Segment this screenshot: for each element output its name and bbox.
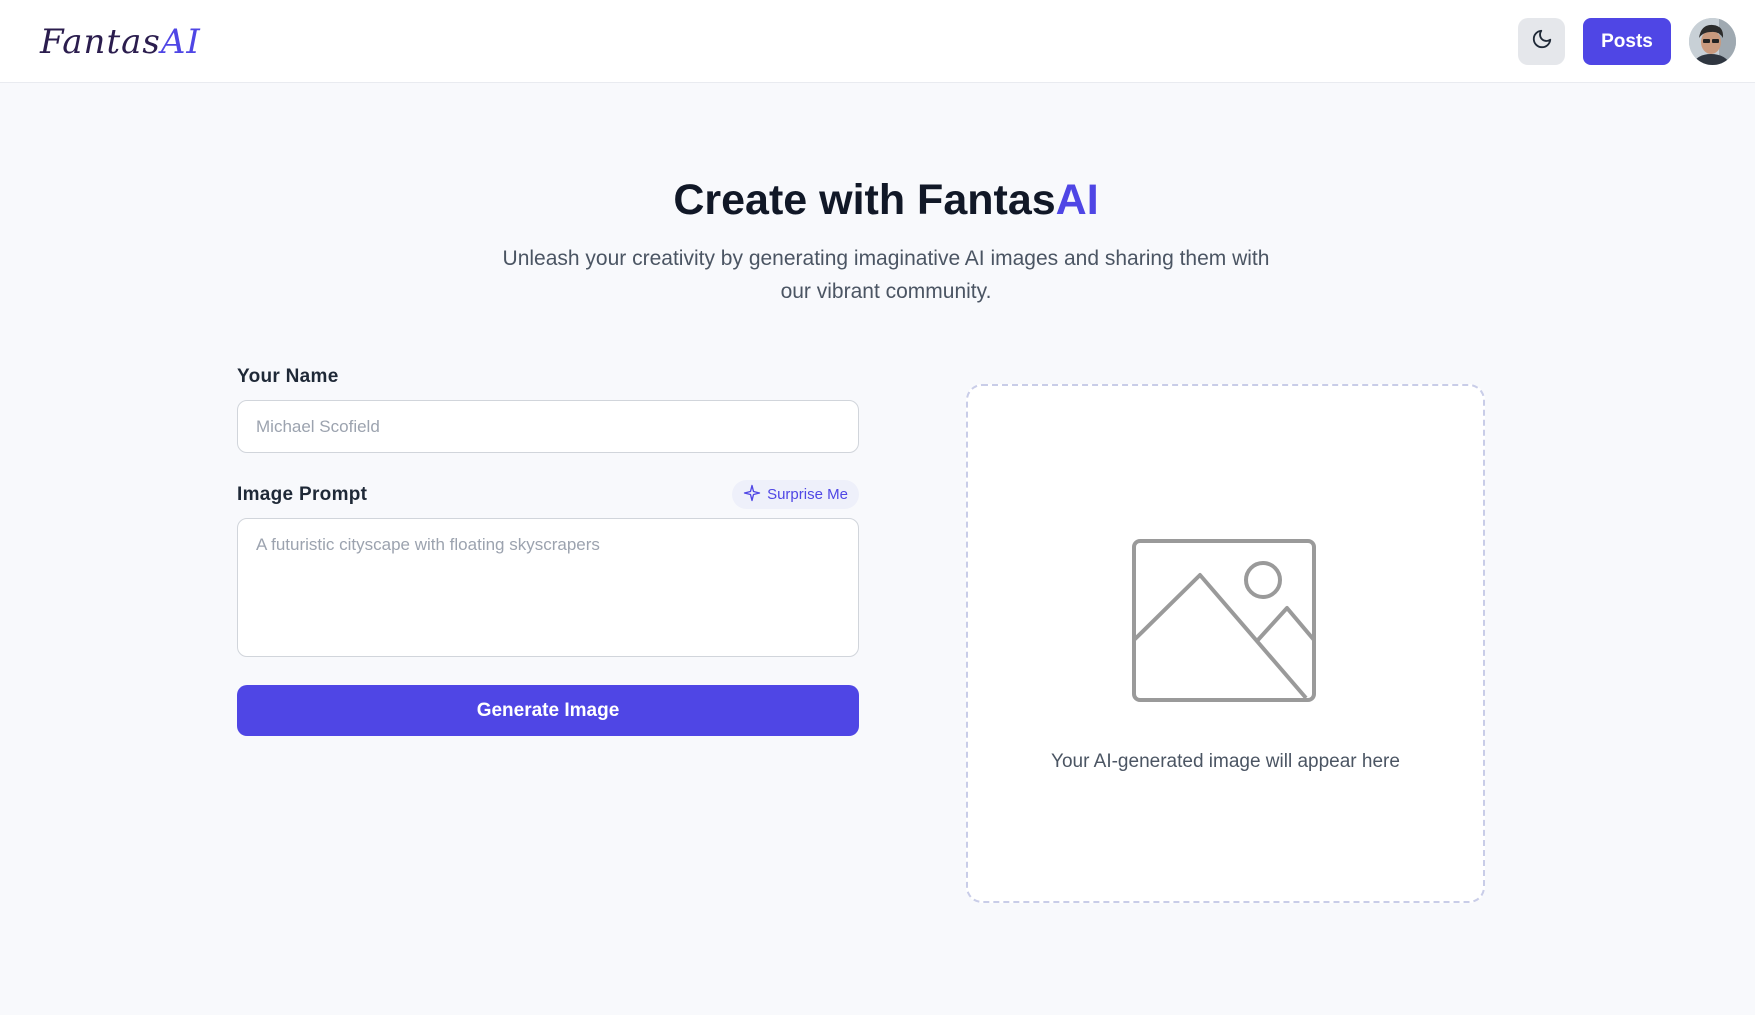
name-label: Your Name [237,366,339,387]
prompt-label: Image Prompt [237,484,368,505]
prompt-textarea[interactable] [237,518,859,657]
sparkle-icon [743,484,761,506]
logo-text-accent: AI [160,22,201,62]
surprise-me-label: Surprise Me [767,486,848,503]
generate-image-button[interactable]: Generate Image [237,685,859,736]
page-title: Create with FantasAI [0,173,1755,227]
top-navbar: FantasAI Posts [0,0,1755,83]
preview-placeholder-text: Your AI-generated image will appear here [1051,751,1400,772]
image-placeholder-icon [1131,538,1317,703]
user-avatar[interactable] [1689,18,1736,65]
page-subtitle: Unleash your creativity by generating im… [502,247,1270,303]
fantasai-logo[interactable]: FantasAI [40,20,201,64]
logo-text-main: Fantas [40,22,161,62]
title-main: Create with Fantas [673,176,1056,224]
moon-icon [1531,28,1553,55]
theme-toggle-button[interactable] [1518,18,1565,65]
surprise-me-button[interactable]: Surprise Me [732,480,859,509]
title-accent: AI [1055,176,1099,224]
posts-button[interactable]: Posts [1583,18,1671,65]
name-input[interactable] [237,400,859,453]
